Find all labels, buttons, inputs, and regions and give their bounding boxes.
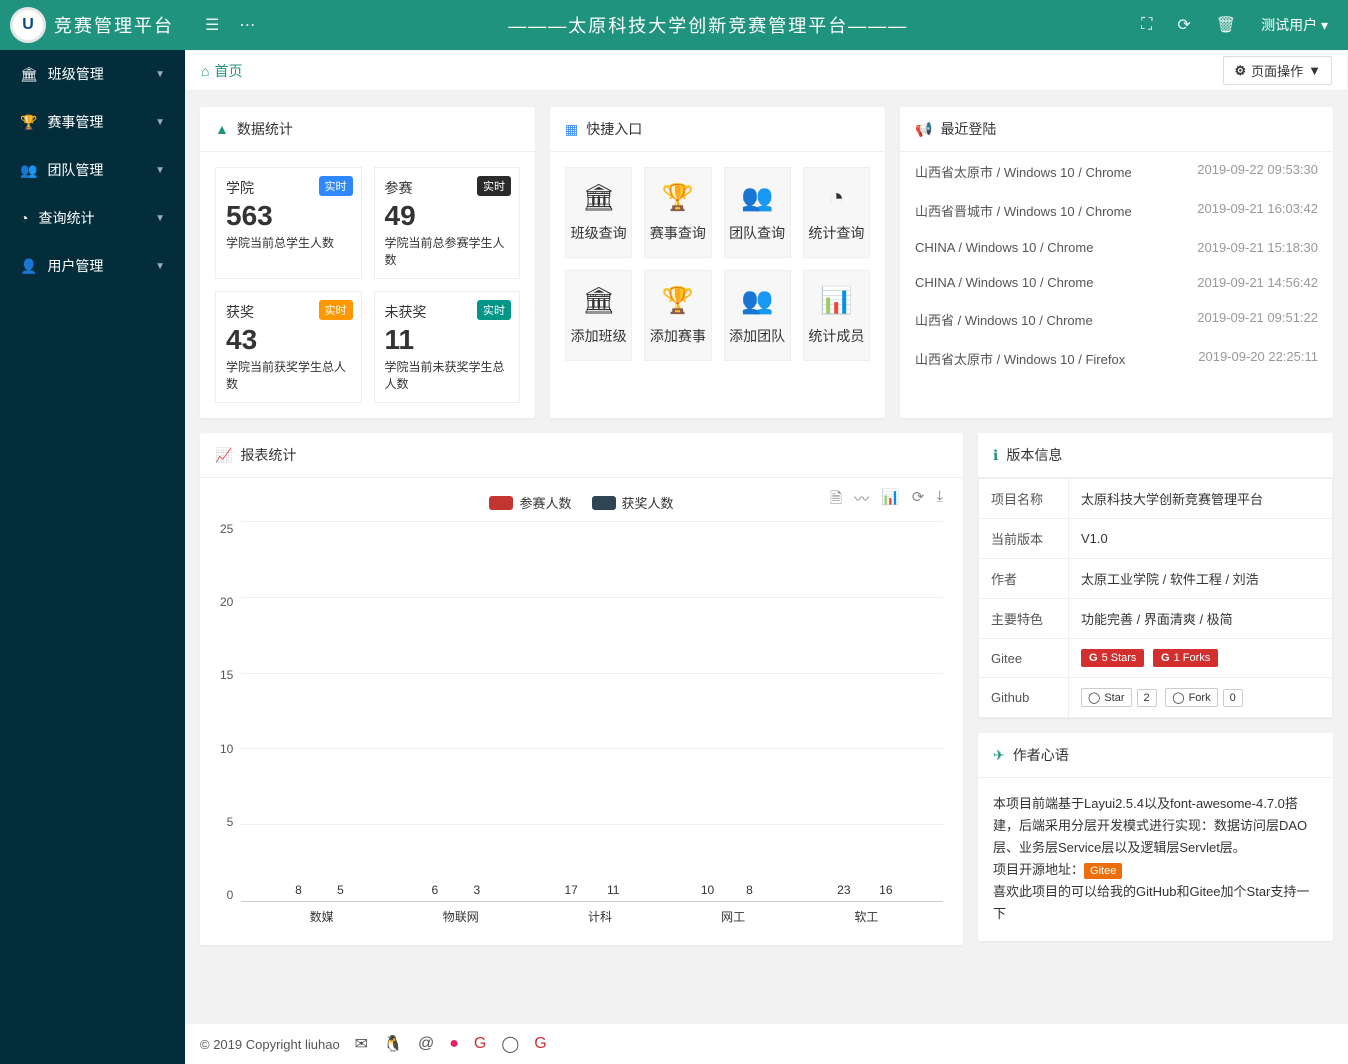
chevron-down-icon: ▼	[155, 69, 165, 80]
fullscreen-icon[interactable]: ⛶	[1141, 16, 1152, 34]
chevron-down-icon: ▼	[155, 261, 165, 272]
quick-entry-item[interactable]: 🏆添加赛事	[644, 270, 711, 361]
qq-icon[interactable]: 🐧	[383, 1034, 403, 1054]
chart-tool-data-icon[interactable]: 🗎	[830, 488, 842, 513]
header-more-icon[interactable]: ⋯	[239, 15, 255, 35]
menu-toggle-icon[interactable]: ☰	[205, 15, 219, 35]
building-icon: 🏛	[20, 66, 38, 83]
user-menu[interactable]: 测试用户 ▾	[1261, 15, 1328, 35]
author-note-card: ✈作者心语 本项目前端基于Layui2.5.4以及font-awesome-4.…	[978, 733, 1333, 941]
quick-entry-item[interactable]: 👥添加团队	[724, 270, 791, 361]
quick-entry-item[interactable]: 🏆赛事查询	[644, 167, 711, 258]
refresh-icon[interactable]: ⟳	[1177, 15, 1190, 35]
sidebar-item-class[interactable]: 🏛班级管理 ▼	[0, 50, 185, 98]
chart-card: 📈报表统计 🗎 〰 📊 ⟳ ⤓ 参赛人数 获奖人数	[200, 433, 963, 945]
stat-box: 获奖43学院当前获奖学生总人数实时	[215, 291, 362, 403]
sidebar-item-user[interactable]: 👤用户管理 ▼	[0, 242, 185, 290]
gitee-link[interactable]: Gitee	[1084, 863, 1122, 879]
login-row: 山西省太原市 / Windows 10 / Chrome2019-09-22 0…	[900, 152, 1333, 191]
quick-entry-item[interactable]: ◔统计查询	[803, 167, 870, 258]
stat-box: 学院563学院当前总学生人数实时	[215, 167, 362, 279]
github-fork-button[interactable]: ◯ Fork	[1165, 688, 1217, 707]
login-row: CHINA / Windows 10 / Chrome2019-09-21 15…	[900, 230, 1333, 265]
wechat-icon[interactable]: ✉	[355, 1034, 368, 1054]
gear-icon: ⚙	[1234, 63, 1246, 79]
top-header: U 竞赛管理平台 ☰ ⋯ ———太原科技大学创新竞赛管理平台——— ⛶ ⟳ 🗑 …	[0, 0, 1348, 50]
users-icon: 👥	[20, 162, 37, 179]
quick-entry-item[interactable]: 👥团队查询	[724, 167, 791, 258]
recent-login-card: 📢最近登陆 山西省太原市 / Windows 10 / Chrome2019-0…	[900, 107, 1333, 418]
breadcrumb-home[interactable]: 首页	[214, 61, 242, 81]
pie-icon: ◔	[20, 210, 28, 226]
sidebar-item-team[interactable]: 👥团队管理 ▼	[0, 146, 185, 194]
bullhorn-icon: 📢	[915, 121, 932, 138]
sidebar: 🏛班级管理 ▼ 🏆赛事管理 ▼ 👥团队管理 ▼ ◔查询统计 ▼ 👤用户管理 ▼	[0, 50, 185, 1064]
footer: © 2019 Copyright liuhao ✉ 🐧 @ ● G ◯ G	[185, 1024, 1348, 1064]
google-icon[interactable]: G	[474, 1035, 486, 1053]
sidebar-item-query[interactable]: ◔查询统计 ▼	[0, 194, 185, 242]
social-icon[interactable]: ●	[449, 1035, 459, 1053]
quick-entry-item[interactable]: 🏛添加班级	[565, 270, 632, 361]
brand-title: 竞赛管理平台	[54, 12, 174, 38]
quick-entry-item[interactable]: 🏛班级查询	[565, 167, 632, 258]
gitee-stars-badge[interactable]: G 5 Stars	[1081, 649, 1144, 667]
stat-box: 参赛49学院当前总参赛学生人数实时	[374, 167, 521, 279]
login-row: 山西省晋城市 / Windows 10 / Chrome2019-09-21 1…	[900, 191, 1333, 230]
breadcrumb-bar: ⌂ 首页 ⚙ 页面操作 ▼	[186, 51, 1347, 91]
chart-tool-download-icon[interactable]: ⤓	[936, 488, 943, 513]
stat-box: 未获奖11学院当前未获奖学生总人数实时	[374, 291, 521, 403]
send-icon: ✈	[993, 747, 1005, 764]
trophy-icon: 🏆	[20, 114, 37, 131]
login-row: 山西省太原市 / Windows 10 / Firefox2019-09-20 …	[900, 339, 1333, 378]
login-row: CHINA / Windows 10 / Chrome2019-09-21 14…	[900, 265, 1333, 300]
weibo-icon[interactable]: @	[418, 1035, 434, 1053]
user-icon: 👤	[20, 258, 37, 275]
chart-tool-refresh-icon[interactable]: ⟳	[912, 488, 925, 513]
warning-icon: ▲	[215, 121, 229, 137]
quick-entry-card: ▦快捷入口 🏛班级查询🏆赛事查询👥团队查询◔统计查询🏛添加班级🏆添加赛事👥添加团…	[550, 107, 885, 418]
page-operation-dropdown[interactable]: ⚙ 页面操作 ▼	[1223, 56, 1332, 85]
chart-tool-line-icon[interactable]: 〰	[854, 488, 869, 513]
gitee-icon[interactable]: G	[534, 1035, 546, 1053]
th-icon: ▦	[565, 121, 578, 138]
stats-card: ▲数据统计 学院563学院当前总学生人数实时参赛49学院当前总参赛学生人数实时获…	[200, 107, 535, 418]
chevron-down-icon: ▼	[1308, 63, 1321, 78]
trash-icon[interactable]: 🗑	[1216, 15, 1236, 35]
info-icon: ℹ	[993, 447, 998, 464]
login-row: 山西省 / Windows 10 / Chrome2019-09-21 09:5…	[900, 300, 1333, 339]
app-title: ———太原科技大学创新竞赛管理平台———	[275, 12, 1141, 38]
home-icon[interactable]: ⌂	[201, 63, 209, 79]
version-info-card: ℹ版本信息 项目名称太原科技大学创新竞赛管理平台 当前版本V1.0 作者太原工业…	[978, 433, 1333, 718]
logo-area[interactable]: U 竞赛管理平台	[0, 7, 185, 43]
chart-icon: 📈	[215, 447, 232, 464]
github-star-button[interactable]: ◯ Star	[1081, 688, 1132, 707]
logo-icon: U	[10, 7, 46, 43]
quick-entry-item[interactable]: 📊统计成员	[803, 270, 870, 361]
chevron-down-icon: ▼	[155, 165, 165, 176]
sidebar-item-competition[interactable]: 🏆赛事管理 ▼	[0, 98, 185, 146]
github-icon[interactable]: ◯	[501, 1034, 519, 1054]
gitee-forks-badge[interactable]: G 1 Forks	[1153, 649, 1218, 667]
chevron-down-icon: ▼	[155, 117, 165, 128]
chevron-down-icon: ▼	[155, 213, 165, 224]
chart-tool-bar-icon[interactable]: 📊	[881, 488, 900, 513]
